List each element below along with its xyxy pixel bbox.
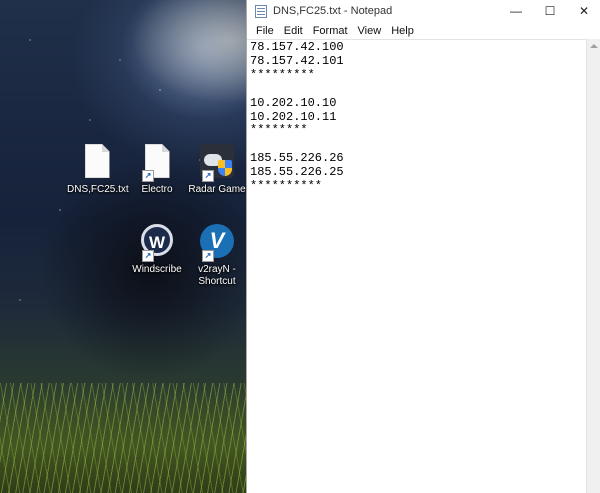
menu-edit[interactable]: Edit [279,25,308,37]
menu-help[interactable]: Help [386,25,419,37]
blank-file-shortcut-icon: ↗ [140,144,174,182]
notepad-app-icon [255,4,267,18]
shortcut-arrow-icon: ↗ [202,250,214,262]
desktop-icon-label: Windscribe [132,264,182,275]
desktop-wallpaper: DNS,FC25.txt ↗ Electro ↗ Radar Game W ↗ … [0,0,246,493]
desktop-icon-radar-game[interactable]: ↗ Radar Game [187,142,246,196]
shortcut-arrow-icon: ↗ [142,250,154,262]
scroll-up-arrow-icon[interactable] [590,44,598,48]
maximize-button[interactable]: ☐ [533,0,567,22]
menu-bar: File Edit Format View Help [247,22,600,39]
v2rayn-logo-icon: V ↗ [200,224,234,262]
notepad-window: DNS,FC25.txt - Notepad — ☐ ✕ File Edit F… [246,0,600,493]
minimize-button[interactable]: — [499,0,533,22]
title-bar[interactable]: DNS,FC25.txt - Notepad — ☐ ✕ [247,0,600,22]
desktop-icon-v2rayn[interactable]: V ↗ v2rayN - Shortcut [187,222,246,288]
close-button[interactable]: ✕ [567,0,600,22]
menu-view[interactable]: View [353,25,387,37]
label-line-2: Shortcut [198,276,236,287]
desktop-icon-label: DNS,FC25.txt [67,184,129,195]
desktop-icon-dns-file[interactable]: DNS,FC25.txt [67,144,129,196]
desktop-icon-electro[interactable]: ↗ Electro [127,144,187,196]
menu-file[interactable]: File [251,25,279,37]
menu-format[interactable]: Format [308,25,353,37]
text-file-icon [80,144,114,182]
label-line-1: v2rayN - [198,264,236,275]
shortcut-arrow-icon: ↗ [202,170,214,182]
shortcut-arrow-icon: ↗ [142,170,154,182]
desktop-icon-label: Electro [141,184,173,195]
gamepad-shield-icon: ↗ [200,144,234,182]
wallpaper-grass [0,383,246,493]
wallpaper-cloud [120,0,246,120]
vertical-scrollbar[interactable] [586,39,600,493]
desktop-icon-label: v2rayN - Shortcut [187,264,246,288]
desktop-icon-label: Radar Game [188,184,246,195]
windscribe-logo-icon: W ↗ [140,224,174,262]
desktop-icon-windscribe[interactable]: W ↗ Windscribe [127,222,187,276]
window-title: DNS,FC25.txt - Notepad [273,5,393,17]
text-editor-area[interactable]: 78.157.42.100 78.157.42.101 ********* 10… [247,39,587,493]
